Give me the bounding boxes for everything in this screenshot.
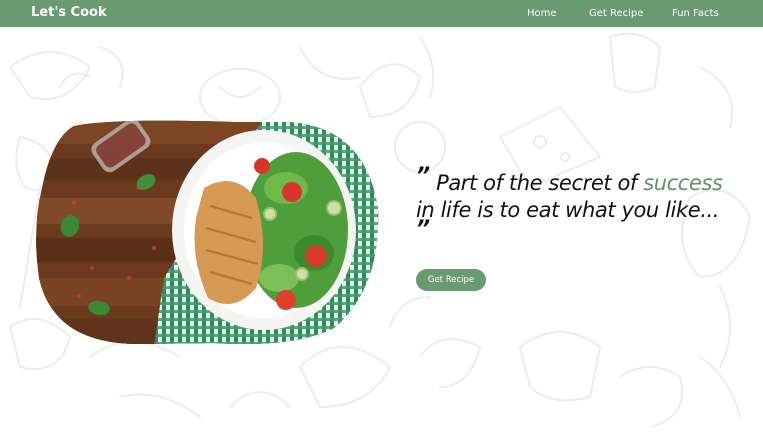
- nav-link-get-recipe[interactable]: Get Recipe: [589, 7, 643, 21]
- quote-text-part1: Part of the secret of: [436, 171, 637, 195]
- brand-logo-text[interactable]: Let's Cook: [31, 4, 107, 22]
- hero-food-image: [36, 120, 379, 345]
- quote-accent-word: success: [643, 171, 723, 195]
- opening-quote-mark: ”: [416, 164, 430, 189]
- nav-link-fun-facts[interactable]: Fun Facts: [672, 7, 719, 21]
- closing-quote-mark: ”: [416, 217, 430, 242]
- get-recipe-button[interactable]: Get Recipe: [416, 269, 486, 291]
- navbar: Let's Cook Home Get Recipe Fun Facts: [0, 0, 763, 27]
- nav-link-home[interactable]: Home: [527, 7, 557, 21]
- quote-text-part2: in life is to eat what you like...: [416, 198, 720, 222]
- hero-quote: ” Part of the secret of success in life …: [416, 164, 736, 250]
